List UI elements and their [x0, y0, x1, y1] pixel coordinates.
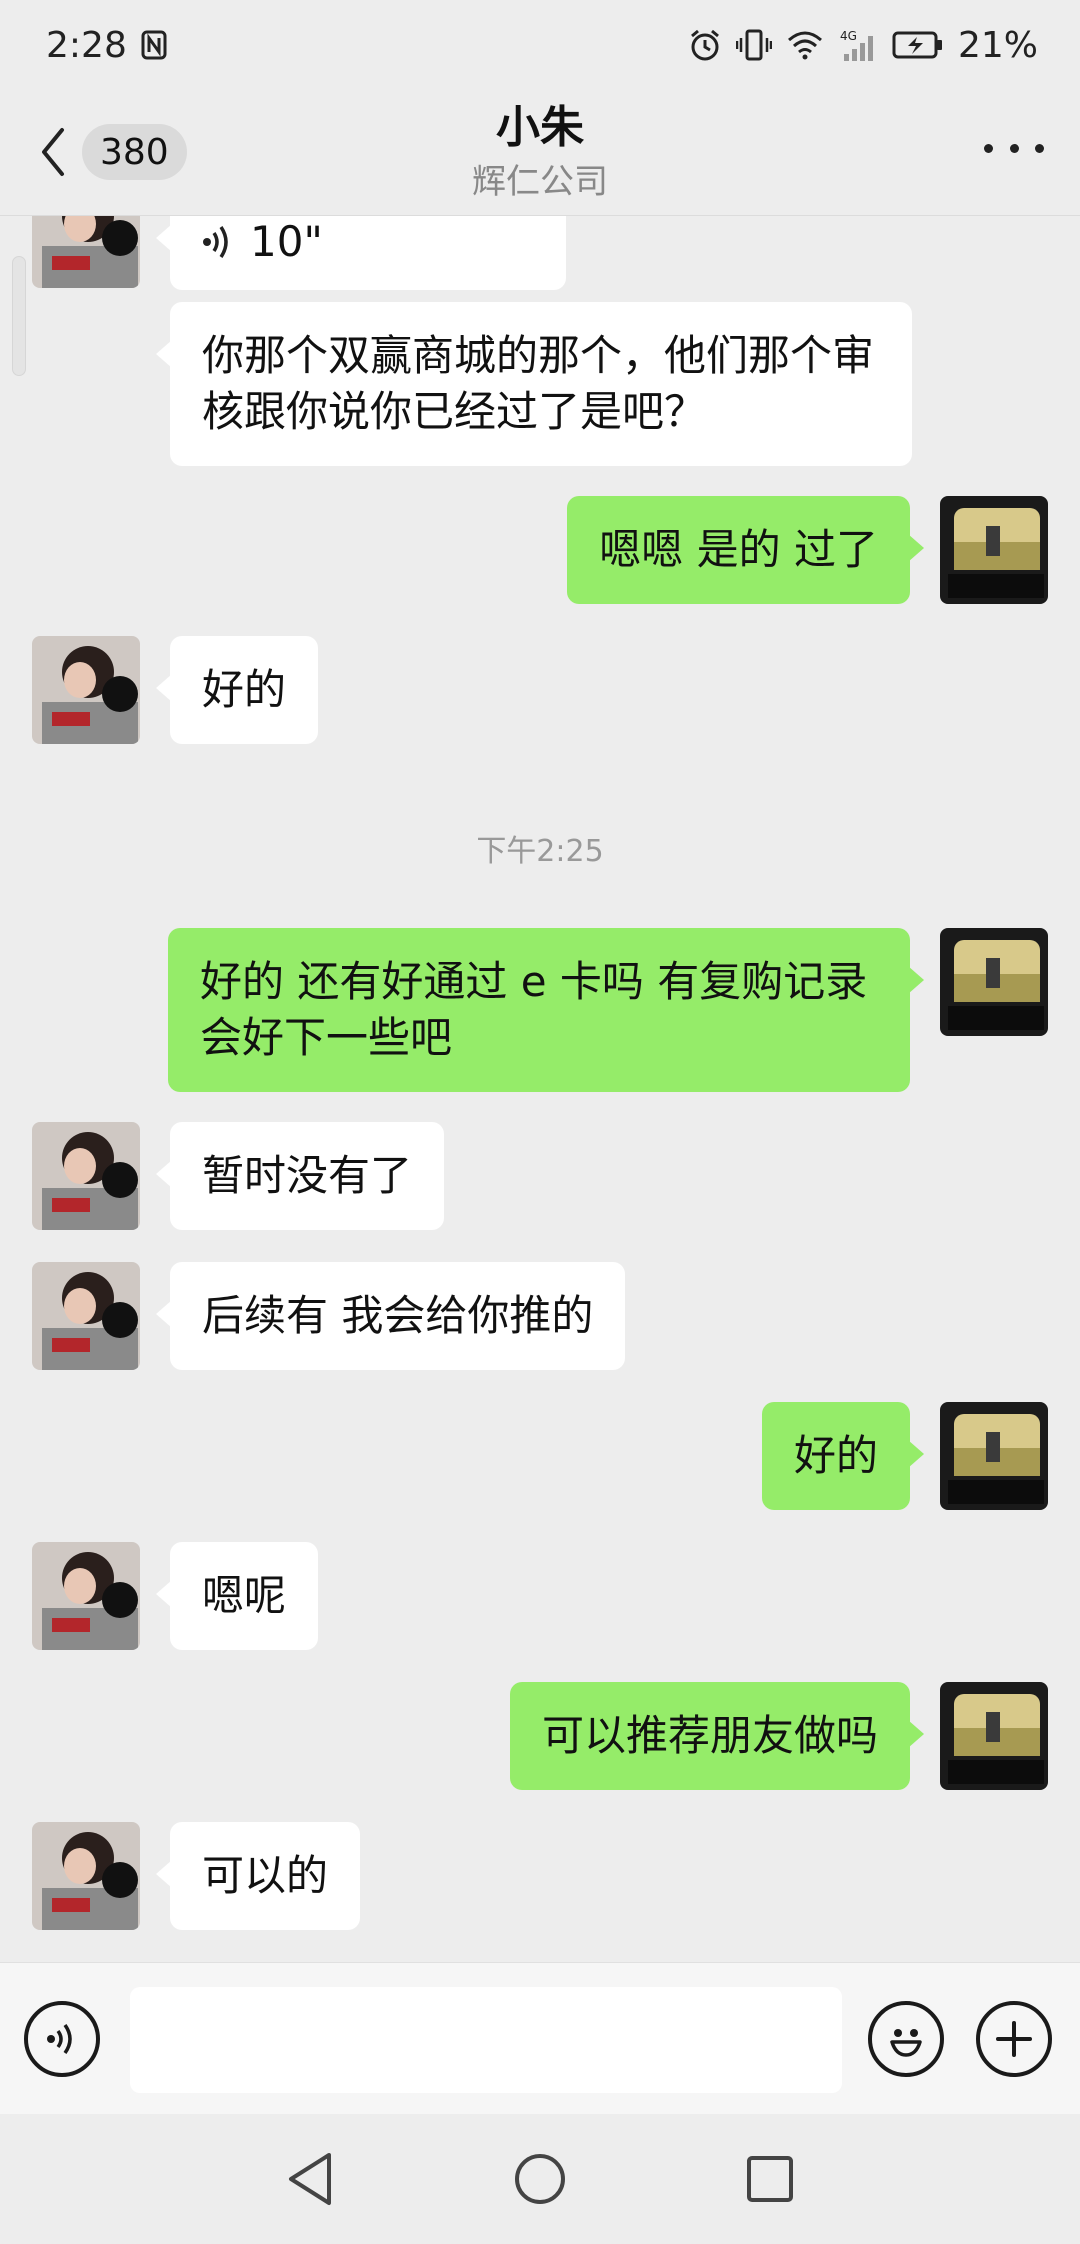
wifi-icon [786, 30, 824, 60]
outgoing-message[interactable]: 好的 [761, 1402, 925, 1510]
more-actions-button[interactable] [976, 2001, 1052, 2077]
battery-percent: 21% [957, 24, 1038, 66]
contact-avatar[interactable] [32, 1262, 140, 1370]
nav-recents-button[interactable] [740, 2149, 800, 2209]
nav-back-button[interactable] [280, 2149, 340, 2209]
alarm-icon [688, 28, 722, 62]
contact-avatar[interactable] [32, 1542, 140, 1650]
contact-avatar[interactable] [32, 1122, 140, 1230]
voice-duration: 10" [250, 217, 323, 266]
plus-icon [992, 2017, 1036, 2061]
message-timestamp: 下午2:25 [476, 834, 604, 869]
nfc-icon [141, 30, 167, 60]
signal-icon: 4G [838, 28, 878, 62]
chat-header: 380 小朱 辉仁公司 [0, 90, 1080, 216]
voice-wave-icon [202, 222, 232, 262]
incoming-message[interactable]: 嗯呢 [155, 1542, 319, 1650]
incoming-message[interactable]: 好的 [155, 636, 319, 744]
recents-nav-icon [745, 2154, 795, 2204]
incoming-message[interactable]: 后续有 我会给你推的 [155, 1262, 626, 1370]
emoji-icon [882, 2015, 930, 2063]
voice-input-button[interactable] [24, 2001, 100, 2077]
scroll-indicator[interactable] [12, 256, 26, 376]
vibrate-icon [735, 28, 772, 62]
outgoing-message[interactable]: 好的 还有好通过 e 卡吗 有复购记录会好下一些吧 [168, 928, 924, 1092]
outgoing-message[interactable]: 可以推荐朋友做吗 [509, 1682, 925, 1790]
user-avatar[interactable] [940, 1402, 1048, 1510]
emoji-button[interactable] [868, 2001, 944, 2077]
more-dot [1009, 143, 1019, 153]
voice-input-icon [44, 2019, 80, 2059]
more-options-button[interactable] [984, 128, 1044, 168]
chat-subtitle: 辉仁公司 [472, 162, 608, 202]
contact-avatar[interactable] [32, 1822, 140, 1930]
status-time: 2:28 [46, 24, 127, 66]
incoming-message[interactable]: 你那个双赢商城的那个，他们那个审核跟你说你已经过了是吧？ [156, 302, 912, 466]
incoming-message[interactable]: 可以的 [155, 1822, 361, 1930]
nav-home-button[interactable] [510, 2149, 570, 2209]
chat-title-block: 小朱 辉仁公司 [0, 98, 1080, 206]
message-list[interactable]: 10" 你那个双赢商城的那个，他们那个审核跟你说你已经过了是吧？ 嗯嗯 是的 过… [0, 216, 1080, 1962]
user-avatar[interactable] [940, 1682, 1048, 1790]
incoming-message[interactable]: 暂时没有了 [155, 1122, 445, 1230]
message-input[interactable] [130, 1987, 842, 2093]
more-dot [984, 143, 993, 153]
more-dot [1035, 143, 1044, 153]
user-avatar[interactable] [940, 496, 1048, 604]
input-bar [0, 1962, 1080, 2114]
system-nav-bar [0, 2114, 1080, 2244]
back-nav-icon [285, 2151, 335, 2207]
svg-text:4G: 4G [840, 29, 857, 43]
chat-title: 小朱 [496, 102, 584, 153]
outgoing-message[interactable]: 嗯嗯 是的 过了 [567, 496, 924, 604]
home-nav-icon [513, 2152, 567, 2206]
voice-message[interactable]: 10" [156, 216, 566, 290]
user-avatar[interactable] [940, 928, 1048, 1036]
contact-avatar[interactable] [32, 636, 140, 744]
battery-icon [892, 30, 944, 60]
status-bar: 2:28 4G 21% [0, 0, 1080, 90]
contact-avatar[interactable] [32, 216, 140, 288]
